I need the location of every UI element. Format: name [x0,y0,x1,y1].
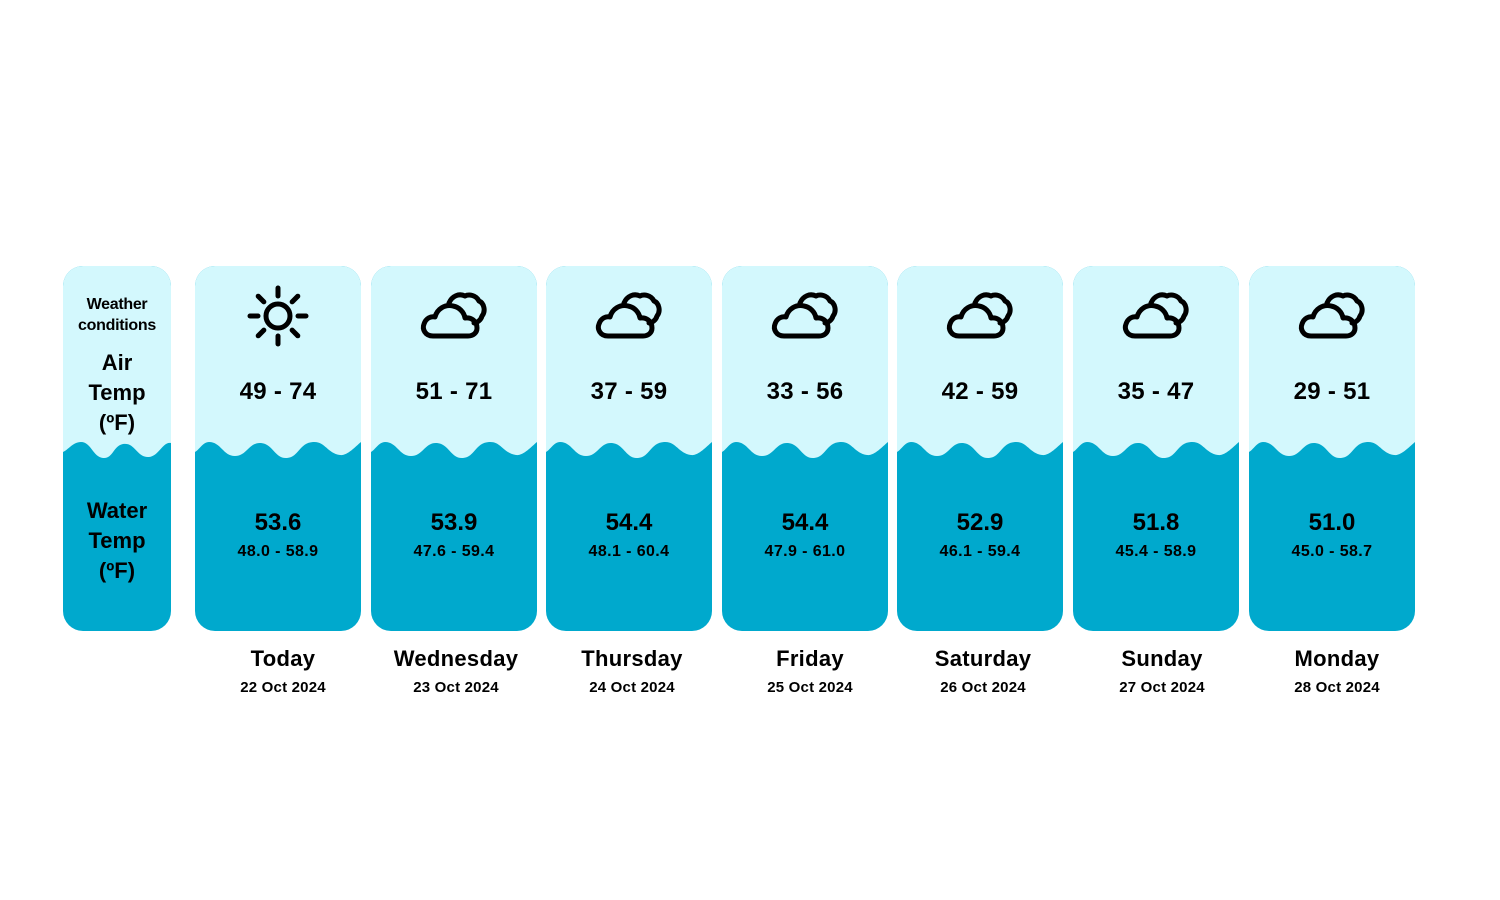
water-temp-average: 54.4 [605,509,653,536]
cloud-icon [946,292,1013,339]
day-date: 24 Oct 2024 [589,679,675,696]
legend-weather-line1: Weather [86,296,148,313]
day-label-1: Wednesday 23 Oct 2024 [373,646,539,696]
weather-icon-slot [195,282,361,350]
weather-icon-slot [546,282,712,350]
day-label-4: Saturday 26 Oct 2024 [900,646,1066,696]
day-card-4: 42 - 59 52.9 46.1 - 59.4 [897,266,1063,631]
water-temp-range: 45.4 - 58.9 [1115,543,1197,560]
day-label-5: Sunday 27 Oct 2024 [1079,646,1245,696]
legend-card: Weather conditions Air Temp (ºF) Water T… [63,266,171,631]
cloud-icon [1122,292,1189,339]
weather-icon-slot [1249,282,1415,350]
water-temp-range: 47.6 - 59.4 [413,543,495,560]
cloud-icon [420,292,487,339]
legend-water-line1: Water [86,498,148,523]
day-name: Monday [1294,646,1380,671]
day-card-6: 29 - 51 51.0 45.0 - 58.7 [1249,266,1415,631]
day-card-0: 49 - 74 53.6 48.0 - 58.9 [195,266,361,631]
legend-weather-line2: conditions [78,317,156,334]
water-temp-average: 51.8 [1132,509,1180,536]
legend-water-temp: Water Temp (ºF) [63,496,171,586]
weather-icon-slot [897,282,1063,350]
weather-icon-slot [1073,282,1239,350]
legend-air-temp: Air Temp (ºF) [63,348,171,438]
air-temp-range: 51 - 71 [415,378,493,405]
day-label-3: Friday 25 Oct 2024 [727,646,893,696]
day-card-2: 37 - 59 54.4 48.1 - 60.4 [546,266,712,631]
weather-icon-slot [371,282,537,350]
day-name: Sunday [1121,646,1203,671]
day-name: Thursday [581,646,683,671]
air-temp-range: 35 - 47 [1117,378,1195,405]
day-name: Wednesday [393,646,519,671]
water-temp-average: 51.0 [1308,509,1356,536]
water-temp-range: 48.0 - 58.9 [237,543,319,560]
day-name: Friday [776,646,844,671]
day-date: 26 Oct 2024 [940,679,1026,696]
day-date: 27 Oct 2024 [1119,679,1205,696]
air-temp-range: 37 - 59 [590,378,668,405]
legend-weather-conditions: Weather conditions [63,294,171,336]
legend-air-line1: Air [101,350,133,375]
cloud-icon [1298,292,1365,339]
air-temp-range: 33 - 56 [766,378,844,405]
water-temp-range: 45.0 - 58.7 [1291,543,1373,560]
air-temp-range: 29 - 51 [1293,378,1371,405]
water-temp-average: 53.9 [430,509,478,536]
day-name: Today [250,646,316,671]
legend-water-line2: Temp [88,528,146,553]
legend-air-line3: (ºF) [98,410,136,435]
day-date: 22 Oct 2024 [240,679,326,696]
water-temp-average: 53.6 [254,509,302,536]
day-label-6: Monday 28 Oct 2024 [1254,646,1420,696]
cloud-icon [771,292,838,339]
air-temp-range: 42 - 59 [941,378,1019,405]
water-temp-range: 47.9 - 61.0 [764,543,846,560]
sun-icon [247,285,309,347]
day-date: 23 Oct 2024 [413,679,499,696]
water-temp-range: 48.1 - 60.4 [588,543,670,560]
water-temp-average: 54.4 [781,509,829,536]
day-label-2: Thursday 24 Oct 2024 [549,646,715,696]
day-date: 25 Oct 2024 [767,679,853,696]
weather-icon-slot [722,282,888,350]
day-label-0: Today 22 Oct 2024 [200,646,366,696]
water-temp-average: 52.9 [956,509,1004,536]
day-card-1: 51 - 71 53.9 47.6 - 59.4 [371,266,537,631]
legend-air-line2: Temp [88,380,146,405]
water-temp-range: 46.1 - 59.4 [939,543,1021,560]
day-name: Saturday [934,646,1032,671]
day-card-5: 35 - 47 51.8 45.4 - 58.9 [1073,266,1239,631]
cloud-icon [595,292,662,339]
legend-water-line3: (ºF) [98,558,136,583]
day-date: 28 Oct 2024 [1294,679,1380,696]
day-card-3: 33 - 56 54.4 47.9 - 61.0 [722,266,888,631]
air-temp-range: 49 - 74 [239,378,317,405]
